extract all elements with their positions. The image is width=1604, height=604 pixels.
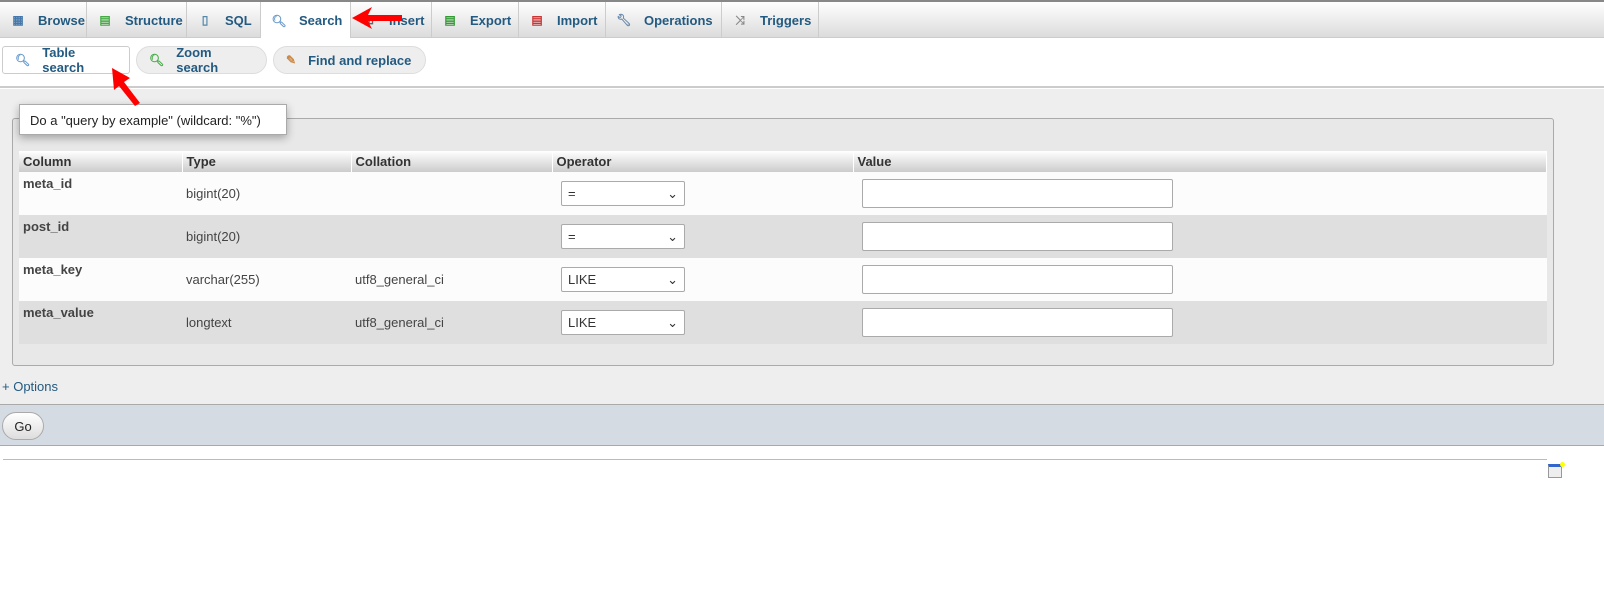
annotation-arrows: [112, 7, 402, 106]
arrow-to-search-tab: [352, 7, 402, 29]
arrow-to-table-search: [112, 68, 140, 106]
